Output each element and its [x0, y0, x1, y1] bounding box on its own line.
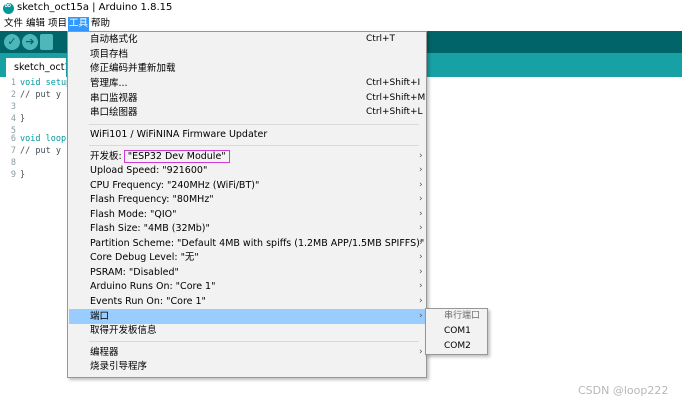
menu-tools[interactable]: 工具 [68, 17, 90, 31]
code-line: // put y [20, 90, 61, 100]
menu-item-core-debug-level[interactable]: Core Debug Level: "无" › [69, 250, 425, 265]
verify-icon[interactable]: ✓ [4, 34, 20, 50]
menu-help[interactable]: 帮助 [90, 17, 111, 31]
menu-edit[interactable]: 编辑 [25, 17, 46, 31]
menu-item-cpu-frequency[interactable]: CPU Frequency: "240MHz (WiFi/BT)" › [69, 178, 425, 193]
chevron-right-icon: › [419, 194, 423, 204]
menu-item-partition-scheme[interactable]: Partition Scheme: "Default 4MB with spif… [69, 236, 425, 251]
chevron-right-icon: › [419, 180, 423, 190]
submenu-header: 串行端口 [444, 311, 481, 321]
menu-project[interactable]: 项目 [47, 17, 68, 31]
title-bar: ∞ sketch_oct15a | Arduino 1.8.15 [0, 0, 682, 17]
chevron-right-icon: › [419, 267, 423, 277]
line-number: 4 [10, 114, 16, 124]
menu-file[interactable]: 文件 [3, 17, 24, 31]
menu-item-upload-speed[interactable]: Upload Speed: "921600" › [69, 163, 425, 178]
menu-bar: 文件 编辑 项目 工具 帮助 [0, 17, 682, 31]
menu-item-manage-libraries[interactable]: 管理库... Ctrl+Shift+I [69, 76, 425, 91]
watermark: CSDN @loop222 [578, 384, 669, 397]
line-number: 8 [10, 158, 16, 168]
line-number: 6 [10, 134, 16, 144]
arduino-logo-icon: ∞ [3, 1, 14, 14]
tab-sketch[interactable]: sketch_oct15a [6, 58, 66, 77]
code-line: } [20, 170, 26, 180]
port-option-com1[interactable]: COM1 [426, 324, 487, 339]
window-title: sketch_oct15a | Arduino 1.8.15 [17, 2, 173, 13]
line-number: 7 [10, 146, 16, 156]
menu-item-board[interactable]: 开发板: "ESP32 Dev Module" › [69, 149, 425, 164]
code-line: void loop( [20, 134, 72, 144]
line-number: 9 [10, 170, 16, 180]
menu-item-programmer[interactable]: 编程器 › [69, 345, 425, 360]
menu-item-psram[interactable]: PSRAM: "Disabled" › [69, 265, 425, 280]
line-number: 3 [10, 102, 16, 112]
chevron-right-icon: › [419, 223, 423, 233]
code-line: // put y [20, 146, 61, 156]
chevron-right-icon: › [419, 209, 423, 219]
chevron-right-icon: › [419, 296, 423, 306]
chevron-right-icon: › [419, 165, 423, 175]
chevron-right-icon: › [419, 151, 423, 161]
chevron-right-icon: › [419, 347, 423, 357]
menu-separator [89, 341, 419, 342]
chevron-right-icon: › [419, 311, 423, 321]
menu-item-auto-format[interactable]: 自动格式化 Ctrl+T [69, 32, 425, 47]
menu-separator [89, 124, 419, 125]
menu-item-events-run-on[interactable]: Events Run On: "Core 1" › [69, 294, 425, 309]
line-number: 2 [10, 90, 16, 100]
menu-item-serial-monitor[interactable]: 串口监视器 Ctrl+Shift+M [69, 91, 425, 106]
menu-separator [89, 145, 419, 146]
menu-item-arduino-runs-on[interactable]: Arduino Runs On: "Core 1" › [69, 279, 425, 294]
code-line: } [20, 114, 26, 124]
menu-item-archive-sketch[interactable]: 项目存档 [69, 47, 425, 62]
line-number: 1 [10, 78, 16, 88]
menu-item-board-info[interactable]: 取得开发板信息 [69, 323, 425, 338]
chevron-right-icon: › [419, 281, 423, 291]
new-icon[interactable] [40, 34, 53, 50]
port-submenu: 串行端口 COM1 COM2 [425, 308, 488, 355]
port-option-com2[interactable]: COM2 [426, 339, 487, 354]
menu-item-flash-size[interactable]: Flash Size: "4MB (32Mb)" › [69, 221, 425, 236]
board-value: "ESP32 Dev Module" [123, 150, 230, 163]
menu-item-fix-encoding[interactable]: 修正编码并重新加载 [69, 61, 425, 76]
upload-icon[interactable]: ➔ [22, 34, 38, 50]
menu-item-flash-frequency[interactable]: Flash Frequency: "80MHz" › [69, 192, 425, 207]
menu-item-firmware-updater[interactable]: WiFi101 / WiFiNINA Firmware Updater [69, 127, 425, 142]
menu-item-serial-plotter[interactable]: 串口绘图器 Ctrl+Shift+L [69, 105, 425, 120]
menu-item-port[interactable]: 端口 › [69, 309, 425, 324]
code-line: void setup [20, 78, 72, 88]
menu-item-burn-bootloader[interactable]: 烧录引导程序 [69, 359, 425, 374]
chevron-right-icon: › [419, 252, 423, 262]
chevron-right-icon: › [419, 238, 423, 248]
tools-dropdown-menu: 自动格式化 Ctrl+T 项目存档 修正编码并重新加载 管理库... Ctrl+… [67, 31, 427, 378]
menu-item-flash-mode[interactable]: Flash Mode: "QIO" › [69, 207, 425, 222]
